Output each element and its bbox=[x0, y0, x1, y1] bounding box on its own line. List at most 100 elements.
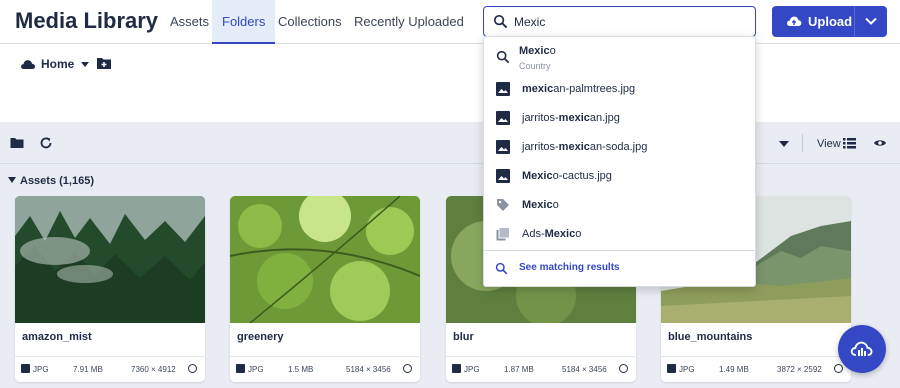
asset-name: blur bbox=[453, 331, 474, 343]
suggestion-text: o-cactus.jpg bbox=[552, 170, 612, 182]
asset-name: blue_mountains bbox=[668, 331, 753, 343]
cloud-upload-icon bbox=[786, 16, 802, 26]
sort-caret-icon[interactable] bbox=[779, 141, 789, 147]
suggestion-text: o bbox=[575, 228, 582, 240]
toolbar-divider bbox=[802, 134, 803, 152]
image-icon bbox=[496, 140, 510, 154]
match-text: mexic bbox=[522, 83, 554, 95]
asset-dimensions: 7360 × 4912 bbox=[131, 365, 176, 374]
asset-size: 7.91 MB bbox=[73, 365, 103, 374]
see-matching-results-label: See matching results bbox=[519, 262, 620, 273]
suggestion-text: an.jpg bbox=[589, 112, 620, 124]
suggestion-tag[interactable]: Mexico bbox=[484, 191, 757, 220]
breadcrumb-home[interactable]: Home bbox=[41, 57, 74, 71]
globe-icon bbox=[188, 364, 197, 373]
view-label[interactable]: View bbox=[817, 138, 841, 150]
suggestion-text: an-soda.jpg bbox=[589, 141, 648, 153]
globe-icon bbox=[619, 364, 628, 373]
see-matching-results-link[interactable]: See matching results bbox=[484, 253, 757, 283]
match-text: Mexic bbox=[522, 170, 553, 182]
asset-name: amazon_mist bbox=[22, 331, 92, 343]
toolbar-divider-line bbox=[0, 163, 900, 164]
asset-format: JPG bbox=[33, 365, 49, 374]
asset-format: JPG bbox=[248, 365, 264, 374]
suggestion-image[interactable]: mexican-palmtrees.jpg bbox=[484, 75, 757, 104]
upload-divider bbox=[854, 6, 855, 37]
asset-size: 1.49 MB bbox=[719, 365, 749, 374]
globe-icon bbox=[403, 364, 412, 373]
image-icon bbox=[21, 364, 30, 373]
upload-label: Upload bbox=[808, 14, 853, 29]
top-header: Media Library Assets Folders Collections… bbox=[0, 0, 900, 44]
image-icon bbox=[667, 364, 676, 373]
dropdown-divider bbox=[484, 250, 757, 251]
collapse-triangle-icon[interactable] bbox=[8, 177, 16, 183]
refresh-icon[interactable] bbox=[39, 136, 53, 150]
image-icon bbox=[496, 111, 510, 125]
suggestion-text: o bbox=[549, 45, 556, 57]
search-icon bbox=[495, 262, 508, 275]
asset-thumbnail bbox=[230, 196, 420, 323]
suggestion-image[interactable]: jarritos-mexican.jpg bbox=[484, 104, 757, 133]
match-text: mexic bbox=[558, 141, 590, 153]
tab-collections[interactable]: Collections bbox=[268, 0, 352, 44]
cloud-home-icon bbox=[21, 60, 36, 69]
image-icon bbox=[236, 364, 245, 373]
asset-meta: JPG 1.49 MB 3872 × 2592 bbox=[661, 356, 851, 382]
chevron-down-icon[interactable] bbox=[864, 15, 878, 27]
tab-assets[interactable]: Assets bbox=[160, 0, 219, 44]
image-icon bbox=[496, 82, 510, 96]
asset-card[interactable]: amazon_mist JPG 7.91 MB 7360 × 4912 bbox=[15, 196, 205, 382]
suggestion-text: o bbox=[552, 199, 559, 211]
search-icon bbox=[493, 14, 508, 29]
asset-dimensions: 5184 × 3456 bbox=[346, 365, 391, 374]
image-icon bbox=[496, 169, 510, 183]
assets-section-header[interactable]: Assets (1,165) bbox=[8, 175, 94, 187]
asset-size: 1.87 MB bbox=[504, 365, 534, 374]
search-value: Mexic bbox=[514, 15, 546, 29]
collection-icon bbox=[496, 227, 510, 241]
asset-format: JPG bbox=[679, 365, 695, 374]
asset-dimensions: 5184 × 3456 bbox=[562, 365, 607, 374]
asset-meta: JPG 1.87 MB 5184 × 3456 bbox=[446, 356, 636, 382]
match-text: Mexic bbox=[519, 45, 550, 57]
asset-name: greenery bbox=[237, 331, 284, 343]
cloud-sync-icon bbox=[850, 341, 873, 356]
eye-icon[interactable] bbox=[873, 138, 887, 148]
suggestion-country[interactable]: Mexico Country bbox=[484, 39, 757, 73]
asset-meta: JPG 1.5 MB 5184 × 3456 bbox=[230, 356, 420, 382]
folder-icon[interactable] bbox=[10, 137, 24, 149]
asset-thumbnail bbox=[15, 196, 205, 323]
asset-dimensions: 3872 × 2592 bbox=[777, 365, 822, 374]
suggestion-subtitle: Country bbox=[519, 61, 551, 71]
upload-button[interactable]: Upload bbox=[772, 6, 887, 37]
search-suggestions-dropdown: Mexico Country mexican-palmtrees.jpg jar… bbox=[483, 36, 757, 287]
suggestion-text: an-palmtrees.jpg bbox=[553, 83, 636, 95]
suggestion-image[interactable]: jarritos-mexican-soda.jpg bbox=[484, 133, 757, 162]
match-text: mexic bbox=[558, 112, 590, 124]
suggestion-prefix: jarritos- bbox=[522, 112, 559, 124]
suggestion-prefix: jarritos- bbox=[522, 141, 559, 153]
search-input[interactable]: Mexic bbox=[483, 6, 756, 37]
image-icon bbox=[452, 364, 461, 373]
match-text: Mexic bbox=[522, 199, 553, 211]
asset-format: JPG bbox=[464, 365, 480, 374]
breadcrumb-caret-icon[interactable] bbox=[81, 62, 89, 67]
tab-folders[interactable]: Folders bbox=[212, 0, 276, 44]
search-icon bbox=[496, 50, 510, 64]
suggestion-image[interactable]: Mexico-cactus.jpg bbox=[484, 162, 757, 191]
asset-size: 1.5 MB bbox=[288, 365, 314, 374]
suggestion-prefix: Ads- bbox=[522, 228, 545, 240]
new-folder-icon[interactable] bbox=[96, 56, 112, 70]
tag-icon bbox=[497, 199, 509, 211]
globe-icon bbox=[834, 364, 843, 373]
list-view-icon[interactable] bbox=[843, 137, 856, 149]
asset-meta: JPG 7.91 MB 7360 × 4912 bbox=[15, 356, 205, 382]
suggestion-collection[interactable]: Ads-Mexico bbox=[484, 220, 757, 249]
app-title: Media Library bbox=[15, 8, 159, 33]
match-text: Mexic bbox=[544, 228, 576, 240]
tab-recently-uploaded[interactable]: Recently Uploaded bbox=[344, 0, 474, 44]
upload-widget-button[interactable] bbox=[838, 325, 886, 373]
asset-card[interactable]: greenery JPG 1.5 MB 5184 × 3456 bbox=[230, 196, 420, 382]
assets-count-label: Assets (1,165) bbox=[20, 175, 94, 187]
